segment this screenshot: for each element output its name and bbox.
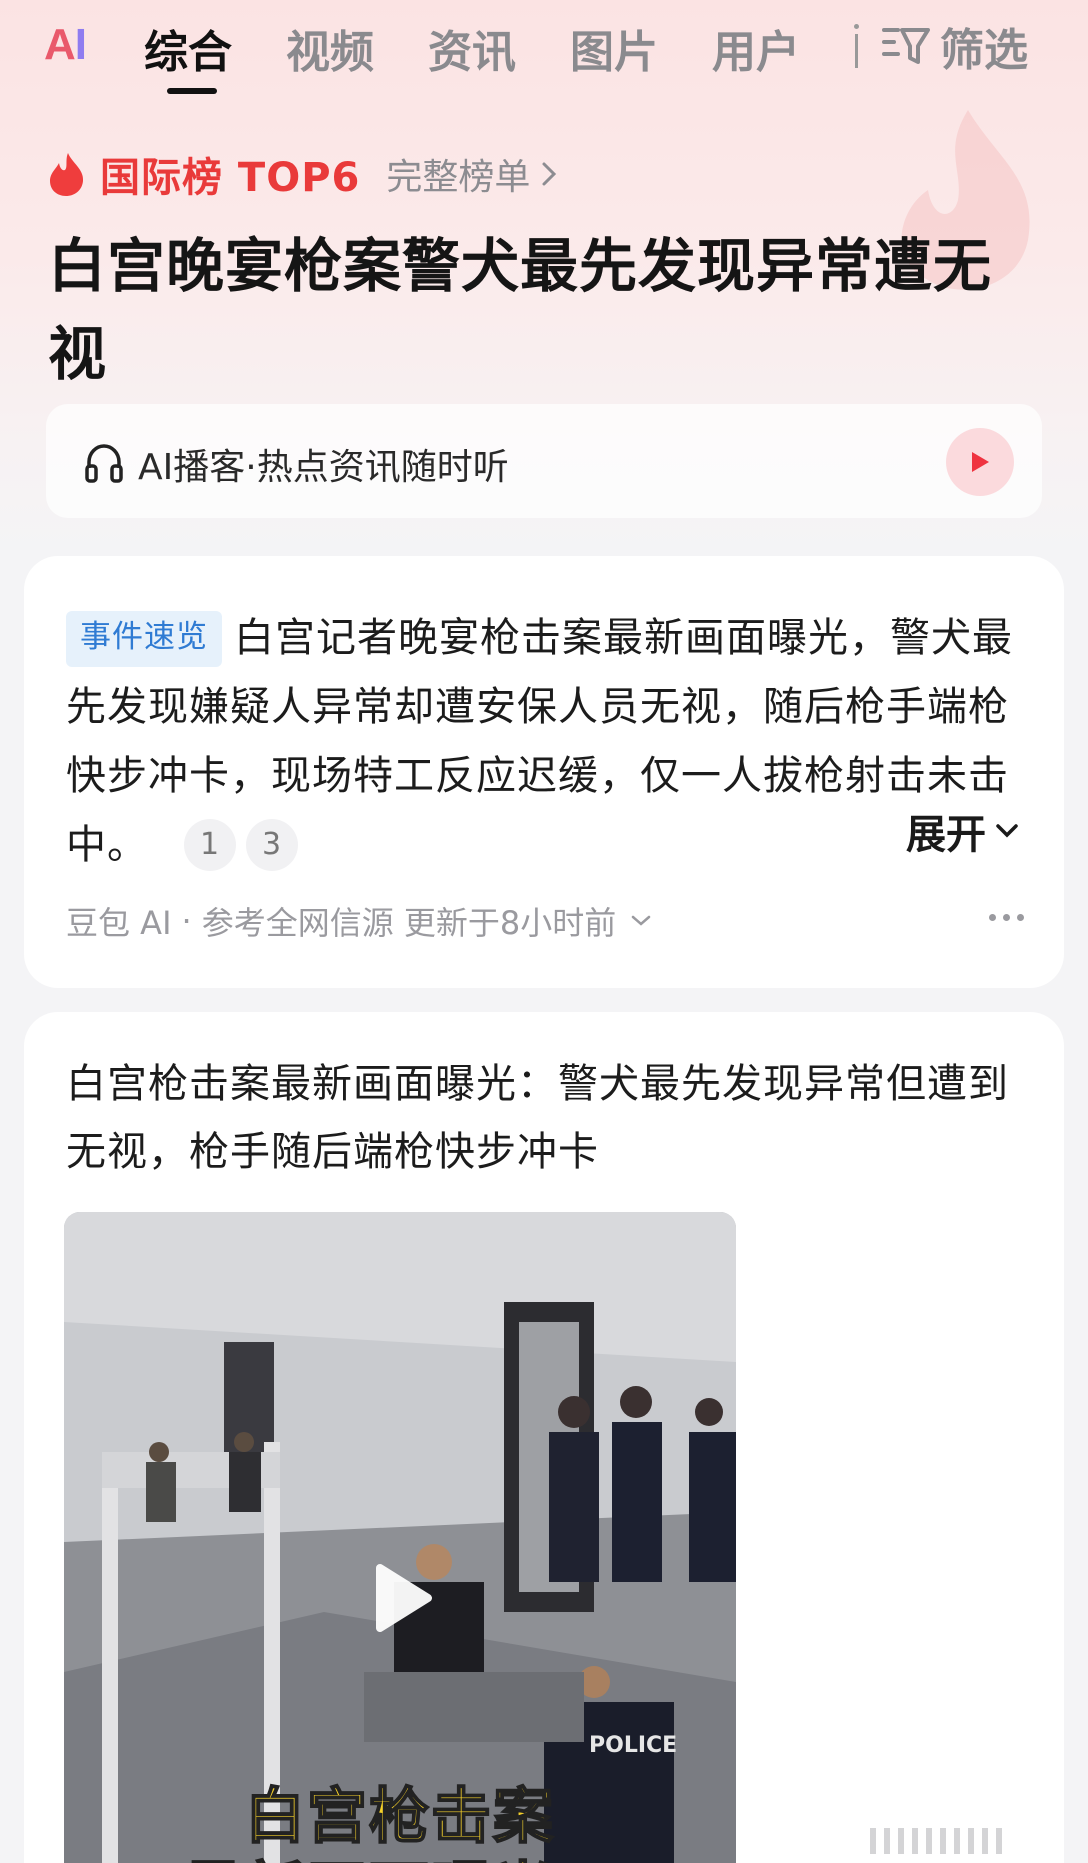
article-card[interactable]: 白宫枪击案最新画面曝光：警犬最先发现异常但遭到无视，枪手随后端枪快步冲卡 POL… [24, 1012, 1064, 1863]
meta-separator: · [181, 902, 192, 940]
page-headline: 白宫晚宴枪案警犬最先发现异常遭无视 [48, 232, 993, 388]
bottom-signal-decoration [870, 1828, 1002, 1854]
reference-3[interactable]: 3 [246, 819, 298, 871]
ai-logo[interactable]: AI [44, 20, 87, 70]
tab-news[interactable]: 资讯 [428, 16, 516, 80]
tab-comprehensive[interactable]: 综合 [144, 16, 232, 80]
event-summary-badge: 事件速览 [66, 611, 222, 667]
article-title[interactable]: 白宫枪击案最新画面曝光：警犬最先发现异常但遭到无视，枪手随后端枪快步冲卡 [66, 1050, 1026, 1186]
ranking-row[interactable]: 国际榜 TOP6 完整榜单 [48, 146, 558, 202]
event-summary-card: 事件速览 白宫记者晚宴枪击案最新画面曝光，警犬最先发现嫌疑人异常却遭安保人员无视，… [24, 556, 1064, 988]
more-options-icon[interactable] [989, 914, 1024, 921]
tab-video[interactable]: 视频 [286, 16, 374, 80]
summary-meta[interactable]: 豆包 AI · 参考全网信源 更新于8小时前 [66, 898, 652, 944]
video-play-icon[interactable] [350, 1550, 446, 1646]
ranking-title: 国际榜 TOP6 [100, 155, 361, 201]
podcast-play-button[interactable] [946, 428, 1014, 496]
podcast-label: AI播客·热点资讯随时听 [138, 447, 509, 488]
chevron-down-icon [996, 824, 1018, 838]
filter-icon [882, 28, 930, 64]
police-badge-text: POLICE [589, 1733, 677, 1758]
ai-podcast-bar[interactable]: AI播客·热点资讯随时听 [46, 404, 1042, 518]
chevron-down-icon [631, 915, 651, 926]
play-icon [972, 452, 989, 472]
filter-label: 筛选 [940, 25, 1028, 76]
active-tab-indicator [167, 88, 217, 94]
top-tab-bar: AI 综合 视频 资讯 图片 用户 筛选 [0, 0, 1088, 100]
video-thumbnail[interactable]: POLICE 白宫枪击案 最新画面曝光： [64, 1212, 736, 1863]
fire-icon [50, 153, 84, 196]
full-list-link[interactable]: 完整榜单 [386, 148, 530, 200]
expand-label: 展开 [906, 812, 986, 858]
video-scene-image: POLICE [64, 1212, 736, 1863]
video-caption-line2: 最新画面曝光： [64, 1842, 736, 1863]
reference-1[interactable]: 1 [184, 819, 236, 871]
chevron-right-icon [542, 162, 557, 186]
source-name: 豆包 AI [66, 904, 172, 942]
tab-images[interactable]: 图片 [570, 16, 658, 80]
tab-users[interactable]: 用户 [712, 16, 800, 80]
filter-button[interactable]: 筛选 [880, 16, 1028, 76]
source-note: 参考全网信源 更新于8小时前 [201, 904, 617, 942]
headphones-icon [85, 444, 123, 483]
summary-text-block: 事件速览 白宫记者晚宴枪击案最新画面曝光，警犬最先发现嫌疑人异常却遭安保人员无视，… [66, 604, 1046, 880]
expand-button[interactable]: 展开 [906, 802, 1020, 860]
tab-divider [854, 24, 859, 68]
